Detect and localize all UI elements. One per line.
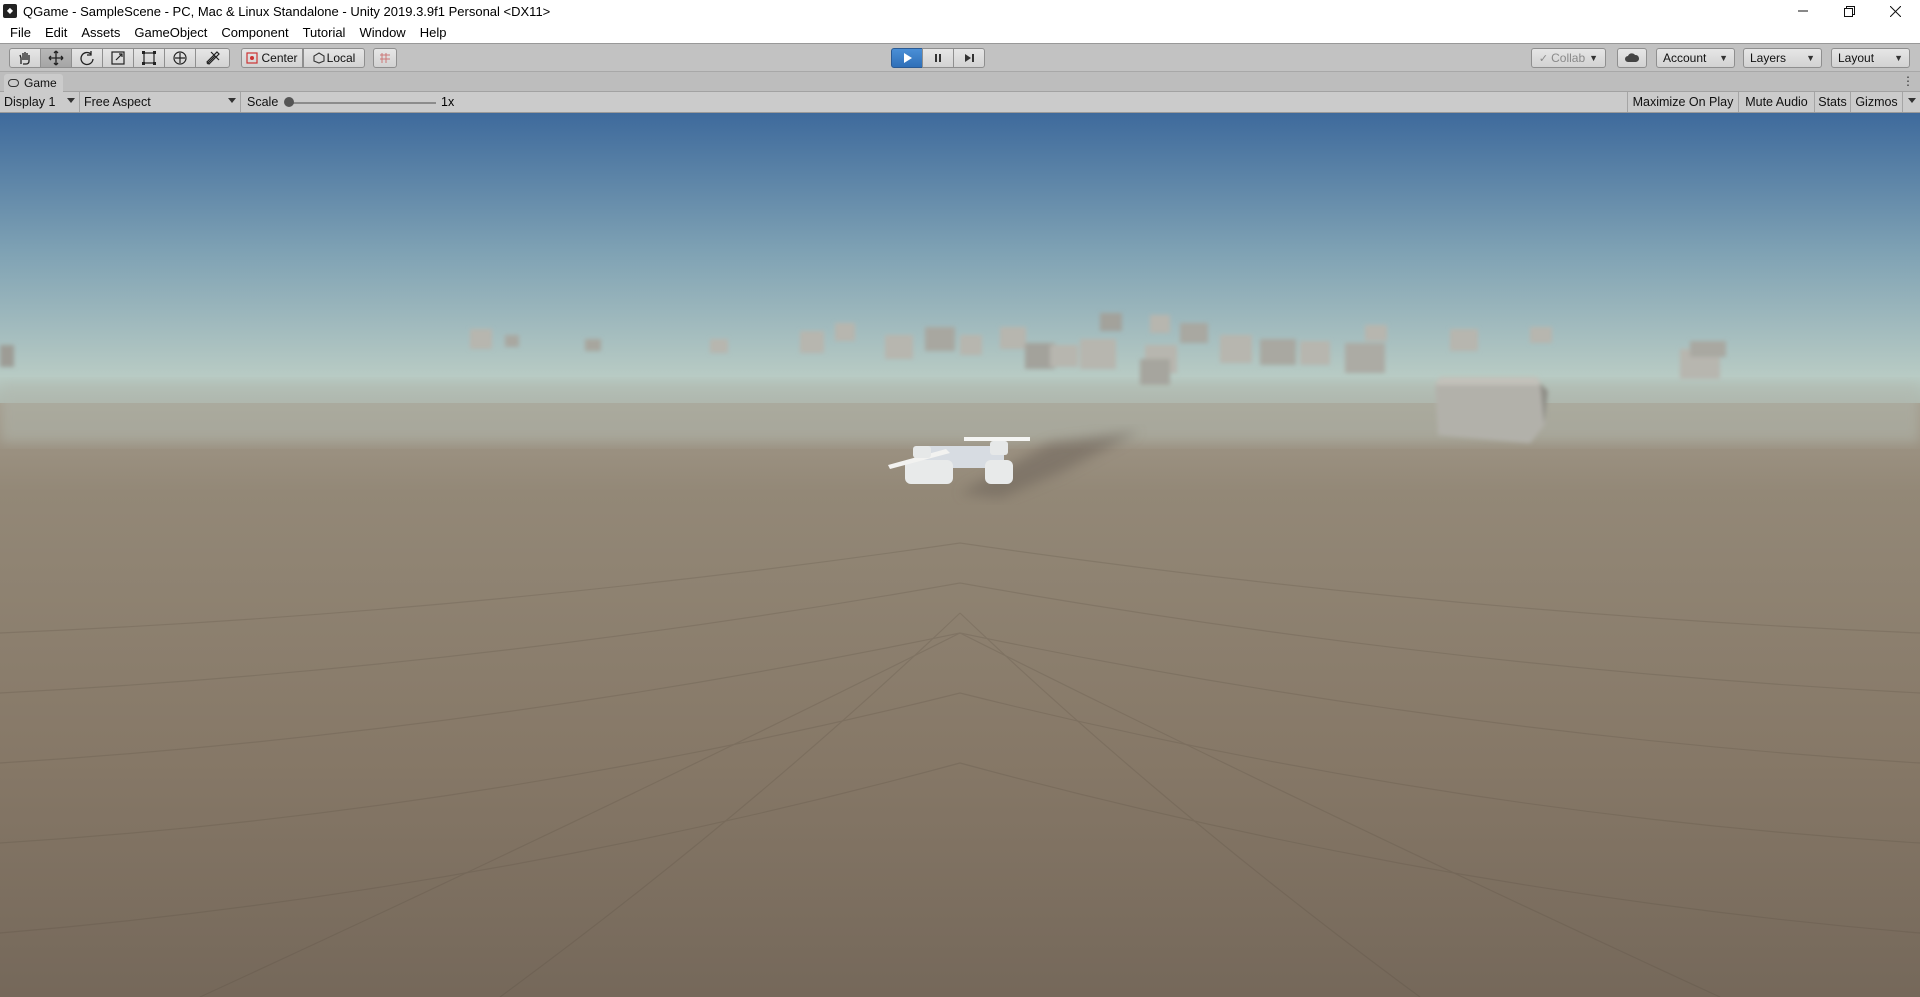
kebab-menu-icon[interactable]: ⋮ — [1902, 74, 1914, 88]
game-view-toolbar: Display 1 Free Aspect Scale 1x Maximize … — [0, 92, 1920, 113]
pause-icon — [935, 54, 941, 62]
pivot-center-button[interactable]: Center — [241, 48, 303, 68]
title-bar: ◆ QGame - SampleScene - PC, Mac & Linux … — [0, 0, 1920, 22]
layers-dropdown[interactable]: Layers ▼ — [1743, 48, 1822, 68]
chevron-down-icon: ▼ — [1589, 53, 1599, 63]
menu-component[interactable]: Component — [214, 22, 295, 43]
rect-tool-icon[interactable] — [133, 48, 165, 68]
chevron-down-icon — [67, 98, 75, 103]
play-button[interactable] — [891, 48, 923, 68]
menu-file[interactable]: File — [3, 22, 38, 43]
layers-label: Layers — [1750, 51, 1787, 65]
tab-game[interactable]: Game — [4, 74, 63, 92]
menu-help[interactable]: Help — [413, 22, 454, 43]
restore-icon[interactable] — [1826, 0, 1872, 22]
stats-toggle[interactable]: Stats — [1815, 92, 1851, 112]
game-tab-header: Game ⋮ — [0, 72, 1920, 92]
close-icon[interactable] — [1872, 0, 1918, 22]
step-button[interactable] — [953, 48, 985, 68]
scale-value: 1x — [441, 95, 455, 109]
pivot-icon — [246, 52, 259, 64]
scale-slider-track[interactable] — [290, 102, 436, 104]
chevron-down-icon — [228, 98, 236, 103]
mute-audio-toggle[interactable]: Mute Audio — [1739, 92, 1815, 112]
gamepad-icon — [8, 79, 19, 87]
gizmos-toggle[interactable]: Gizmos — [1851, 92, 1903, 112]
chevron-down-icon: ▼ — [1719, 53, 1728, 63]
mute-audio-label: Mute Audio — [1745, 95, 1808, 109]
space-label: Local — [326, 51, 356, 65]
aspect-dropdown[interactable]: Free Aspect — [80, 92, 241, 112]
menu-gameobject[interactable]: GameObject — [127, 22, 214, 43]
game-scene — [0, 113, 1920, 997]
chevron-down-icon — [1908, 98, 1916, 103]
check-icon: ✓ — [1538, 52, 1549, 65]
scale-slider-thumb[interactable] — [284, 97, 294, 107]
collab-button[interactable]: ✓ Collab ▼ — [1531, 48, 1606, 68]
hand-tool-icon[interactable] — [9, 48, 41, 68]
aspect-label: Free Aspect — [84, 95, 151, 109]
drone-motor-left — [905, 460, 953, 484]
gizmos-dropdown[interactable] — [1903, 92, 1920, 112]
horizon-haze — [0, 383, 1920, 443]
custom-tool-icon[interactable] — [195, 48, 230, 68]
chevron-down-icon: ▼ — [1806, 53, 1815, 63]
snap-grid-icon[interactable] — [373, 48, 397, 68]
menu-edit[interactable]: Edit — [38, 22, 74, 43]
account-label: Account — [1663, 51, 1707, 65]
local-space-icon — [313, 52, 325, 64]
display-dropdown[interactable]: Display 1 — [0, 92, 80, 112]
gizmos-label: Gizmos — [1855, 95, 1898, 109]
rotate-tool-icon[interactable] — [71, 48, 103, 68]
scale-label: Scale — [247, 95, 279, 109]
layout-dropdown[interactable]: Layout ▼ — [1831, 48, 1910, 68]
scale-tool-icon[interactable] — [102, 48, 134, 68]
tab-game-label: Game — [24, 76, 57, 90]
pause-button[interactable] — [922, 48, 954, 68]
stats-label: Stats — [1818, 95, 1847, 109]
step-icon — [965, 54, 974, 62]
display-label: Display 1 — [4, 95, 56, 109]
window-title: QGame - SampleScene - PC, Mac & Linux St… — [23, 3, 551, 19]
play-icon — [904, 53, 912, 63]
cloud-icon — [1625, 53, 1640, 62]
game-viewport[interactable] — [0, 113, 1920, 997]
chevron-down-icon: ▼ — [1894, 53, 1903, 63]
cloud-button[interactable] — [1617, 48, 1647, 68]
maximize-on-play-toggle[interactable]: Maximize On Play — [1627, 92, 1739, 112]
move-tool-icon[interactable] — [40, 48, 72, 68]
menu-bar: File Edit Assets GameObject Component Tu… — [0, 22, 1920, 43]
drone-motor-right — [985, 460, 1013, 484]
transform-tool-icon[interactable] — [164, 48, 196, 68]
drone-propeller-right — [964, 437, 1030, 441]
pivot-label: Center — [261, 51, 298, 65]
menu-assets[interactable]: Assets — [74, 22, 127, 43]
pivot-local-button[interactable]: Local — [303, 48, 365, 68]
layout-label: Layout — [1838, 51, 1875, 65]
minimize-icon[interactable] — [1780, 0, 1826, 22]
sky — [0, 113, 1920, 423]
collab-label: Collab — [1551, 51, 1586, 65]
main-toolbar: Center Local ✓ Collab ▼ Account ▼ Layers… — [0, 43, 1920, 72]
large-cube — [1435, 377, 1548, 443]
ground-plane — [0, 403, 1920, 997]
account-dropdown[interactable]: Account ▼ — [1656, 48, 1735, 68]
menu-window[interactable]: Window — [352, 22, 412, 43]
maximize-on-play-label: Maximize On Play — [1632, 95, 1734, 109]
menu-tutorial[interactable]: Tutorial — [296, 22, 353, 43]
unity-logo-icon: ◆ — [3, 4, 17, 18]
